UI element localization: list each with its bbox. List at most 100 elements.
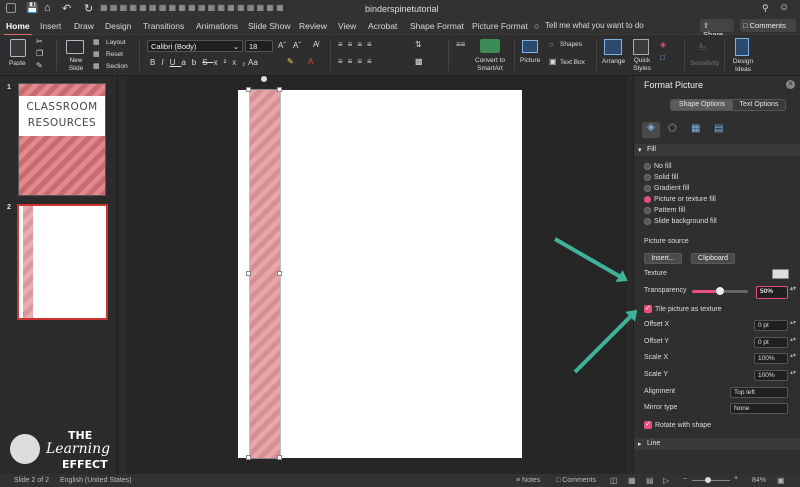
radio-no-fill[interactable]: No fill: [644, 163, 672, 170]
alignment-select[interactable]: Top left: [730, 387, 788, 398]
zoom-slider-knob[interactable]: [704, 477, 711, 483]
fill-section-header[interactable]: ▾ Fill: [634, 144, 800, 156]
reading-view-icon[interactable]: ▤: [646, 476, 654, 485]
comments-status-button[interactable]: □ Comments: [556, 477, 596, 484]
home-icon[interactable]: ⌂: [44, 2, 51, 14]
slide[interactable]: [238, 76, 522, 460]
quick-styles-icon[interactable]: [633, 39, 649, 55]
tile-picture-checkbox[interactable]: ✓ Tile picture as texture: [644, 305, 722, 313]
design-ideas-icon[interactable]: [735, 38, 749, 56]
line-section-header[interactable]: ▸ Line: [634, 438, 800, 450]
highlight-icon[interactable]: ✎: [287, 57, 294, 66]
slide-sorter-icon[interactable]: ▦: [628, 476, 636, 485]
tab-picture-format[interactable]: Picture Format: [472, 21, 528, 31]
save-icon[interactable]: 💾: [26, 3, 38, 14]
tab-view[interactable]: View: [338, 21, 356, 31]
paste-icon[interactable]: [10, 39, 26, 57]
shape-outline-icon[interactable]: □: [660, 53, 665, 62]
copy-icon[interactable]: ❐: [36, 49, 43, 58]
share-button[interactable]: ⇧ Share: [700, 19, 734, 39]
fill-line-icon[interactable]: ◈: [642, 122, 660, 138]
scale-y-input[interactable]: 100%: [754, 370, 796, 381]
columns-icon[interactable]: ≡≡: [456, 40, 465, 49]
radio-picture-texture-fill[interactable]: Picture or texture fill: [644, 196, 716, 203]
comments-button[interactable]: □ Comments: [740, 19, 796, 32]
tab-transitions[interactable]: Transitions: [143, 21, 184, 31]
transparency-slider-knob[interactable]: [716, 287, 724, 295]
tell-me-input[interactable]: Tell me what you want to do: [545, 21, 644, 30]
account-icon[interactable]: ☺: [779, 2, 789, 13]
reset-button[interactable]: Reset: [106, 51, 123, 58]
mirror-type-select[interactable]: None: [730, 403, 788, 414]
shapes-button[interactable]: Shapes: [560, 41, 582, 48]
shape-fill-icon[interactable]: ◈: [660, 40, 666, 49]
rotate-with-shape-checkbox[interactable]: ✓ Rotate with shape: [644, 421, 711, 429]
text-direction-icon[interactable]: ⇅: [415, 40, 422, 49]
layout-button[interactable]: Layout: [106, 39, 126, 46]
align-text-icon[interactable]: ▩: [415, 57, 423, 66]
undo-icon[interactable]: ↶: [62, 2, 71, 15]
close-icon[interactable]: ✕: [786, 80, 795, 89]
zoom-level[interactable]: 84%: [752, 477, 766, 484]
slideshow-icon[interactable]: ▷: [663, 476, 669, 485]
tab-slide-show[interactable]: Slide Show: [248, 21, 291, 31]
grow-font-icon[interactable]: Aˆ: [278, 41, 286, 50]
paste-label[interactable]: Paste: [9, 60, 26, 67]
zoom-in-icon[interactable]: +: [734, 475, 738, 482]
tab-draw[interactable]: Draw: [74, 21, 94, 31]
font-name-select[interactable]: Calibri (Body) ⌄: [147, 40, 243, 52]
notes-button[interactable]: ≡ Notes: [516, 477, 540, 484]
quick-styles-label[interactable]: Quick Styles: [630, 57, 654, 73]
new-slide-icon[interactable]: [66, 40, 84, 54]
section-button[interactable]: Section: [106, 63, 128, 70]
convert-smartart-label[interactable]: Convert to SmartArt: [473, 57, 507, 73]
slide-thumbnail-1[interactable]: CLASSROOM RESOURCES: [18, 83, 106, 196]
radio-gradient-fill[interactable]: Gradient fill: [644, 185, 689, 192]
tab-insert[interactable]: Insert: [40, 21, 61, 31]
design-ideas-label[interactable]: Design Ideas: [730, 58, 756, 74]
normal-view-icon[interactable]: ◫: [610, 476, 618, 485]
tab-design[interactable]: Design: [105, 21, 131, 31]
font-size-select[interactable]: 18: [245, 40, 273, 52]
format-painter-icon[interactable]: ✎: [36, 61, 43, 70]
insert-button[interactable]: Insert...: [644, 253, 682, 264]
transparency-slider[interactable]: [692, 287, 748, 295]
tab-text-options[interactable]: Text Options: [733, 100, 785, 110]
resize-handle[interactable]: [277, 271, 282, 276]
resize-handle[interactable]: [277, 87, 282, 92]
clipboard-button[interactable]: Clipboard: [691, 253, 735, 264]
text-case-icon[interactable]: Aa: [248, 58, 258, 67]
redo-icon[interactable]: ↻: [84, 2, 93, 15]
transparency-input[interactable]: 50%: [756, 286, 796, 299]
tab-review[interactable]: Review: [299, 21, 327, 31]
spine-rectangle[interactable]: [249, 89, 281, 459]
new-slide-label[interactable]: New Slide: [63, 57, 89, 73]
sidebar-toggle-icon[interactable]: [6, 3, 16, 13]
picture-label[interactable]: Picture: [520, 57, 540, 64]
fit-slide-icon[interactable]: ▣: [777, 476, 785, 485]
offset-y-input[interactable]: 0 pt: [754, 337, 796, 348]
list-icons[interactable]: ≡≡≡≡: [338, 40, 377, 49]
radio-solid-fill[interactable]: Solid fill: [644, 174, 678, 181]
tab-shape-format[interactable]: Shape Format: [410, 21, 464, 31]
font-style-icons[interactable]: BIUabSx²x₂: [150, 58, 251, 67]
resize-handle[interactable]: [246, 455, 251, 460]
arrange-label[interactable]: Arrange: [602, 58, 625, 65]
resize-handle[interactable]: [246, 271, 251, 276]
language-indicator[interactable]: English (United States): [60, 477, 132, 484]
picture-icon[interactable]: [522, 40, 538, 53]
shrink-font-icon[interactable]: Aˇ: [293, 41, 301, 50]
zoom-slider[interactable]: [692, 480, 730, 481]
slide-thumbnail-2[interactable]: [17, 204, 108, 320]
rotate-handle[interactable]: [261, 76, 267, 82]
texture-picker[interactable]: [772, 269, 789, 279]
tab-shape-options[interactable]: Shape Options: [671, 100, 733, 110]
arrange-icon[interactable]: [604, 39, 622, 55]
tab-home[interactable]: Home: [4, 21, 32, 36]
cut-icon[interactable]: ✂: [36, 37, 43, 46]
effects-icon[interactable]: ⬠: [668, 123, 677, 134]
search-icon[interactable]: ⚲: [762, 3, 769, 14]
radio-pattern-fill[interactable]: Pattern fill: [644, 207, 685, 214]
align-icons[interactable]: ≡≡≡≡: [338, 57, 377, 66]
radio-slide-background-fill[interactable]: Slide background fill: [644, 218, 717, 225]
